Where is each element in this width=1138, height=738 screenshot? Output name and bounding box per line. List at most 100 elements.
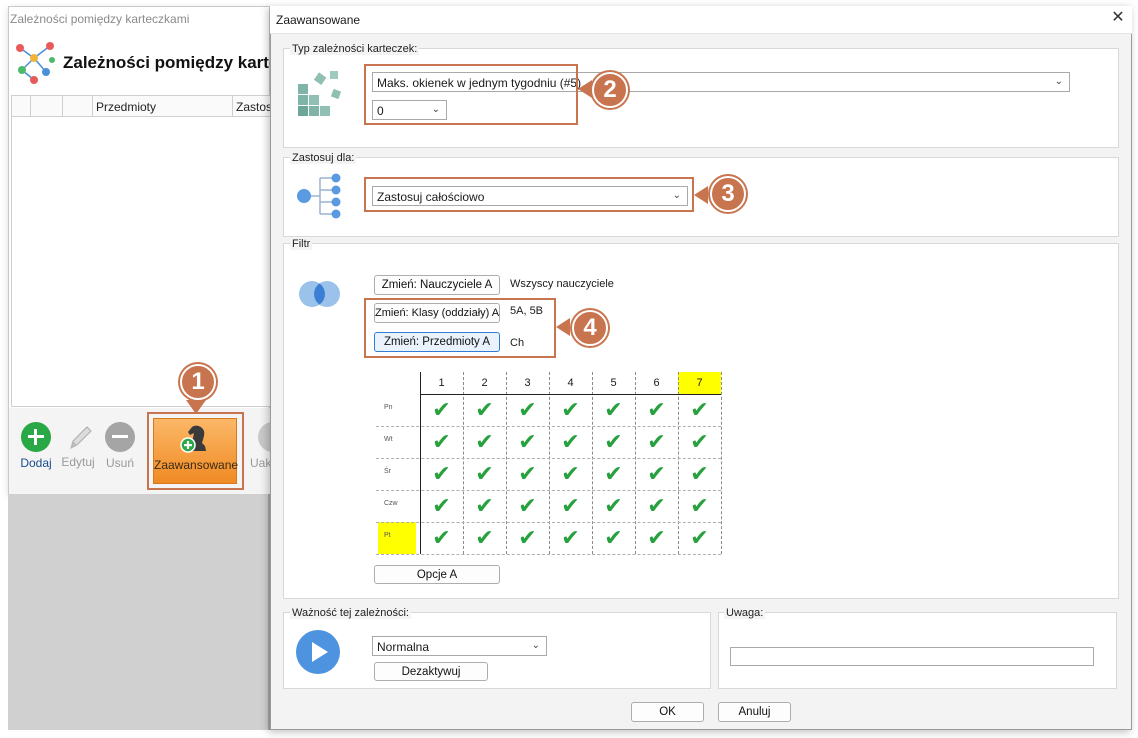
list-header: Przedmioty Zastos — [11, 95, 272, 117]
grid-cell-check-icon[interactable]: ✔ — [635, 426, 678, 458]
grid-cell-check-icon[interactable]: ✔ — [549, 458, 592, 490]
grid-cell-check-icon[interactable]: ✔ — [420, 490, 463, 522]
period-header-2[interactable]: 2 — [463, 372, 506, 394]
grid-cell-check-icon[interactable]: ✔ — [420, 522, 463, 554]
period-header-7[interactable]: 7 — [678, 372, 721, 394]
callout-box-1 — [147, 412, 244, 490]
grid-cell-check-icon[interactable]: ✔ — [549, 394, 592, 426]
period-header-3[interactable]: 3 — [506, 372, 549, 394]
note-input[interactable] — [730, 647, 1094, 666]
callout-box-4 — [364, 298, 556, 358]
callout-pointer-2 — [578, 80, 592, 98]
grid-cell-check-icon[interactable]: ✔ — [592, 394, 635, 426]
grid-cell-check-icon[interactable]: ✔ — [678, 458, 721, 490]
grid-cell-check-icon[interactable]: ✔ — [420, 426, 463, 458]
dependency-list[interactable] — [11, 117, 271, 407]
grid-cell-check-icon[interactable]: ✔ — [635, 490, 678, 522]
add-button-label: Dodaj — [20, 456, 52, 470]
grid-cell-check-icon[interactable]: ✔ — [592, 458, 635, 490]
grid-line — [721, 372, 722, 554]
change-teachers-button[interactable]: Zmień: Nauczyciele A — [374, 275, 500, 295]
more-button-label: Uak — [250, 456, 270, 470]
grid-line — [463, 372, 464, 554]
venn-diagram-icon — [299, 281, 340, 307]
grid-cell-check-icon[interactable]: ✔ — [463, 394, 506, 426]
callout-pointer-1 — [186, 400, 206, 414]
delete-button[interactable]: Usuń — [100, 422, 140, 470]
period-header-4[interactable]: 4 — [549, 372, 592, 394]
grid-cell-check-icon[interactable]: ✔ — [506, 490, 549, 522]
grid-cell-check-icon[interactable]: ✔ — [463, 426, 506, 458]
grid-cell-check-icon[interactable]: ✔ — [635, 458, 678, 490]
background-window-heading: Zależności pomiędzy karte — [63, 53, 279, 72]
circle-icon — [258, 422, 270, 452]
grid-cell-check-icon[interactable]: ✔ — [678, 394, 721, 426]
grid-line — [376, 554, 721, 555]
callout-marker-4: 4 — [572, 310, 608, 346]
column-przedmioty[interactable]: Przedmioty — [96, 100, 156, 114]
grid-cell-check-icon[interactable]: ✔ — [506, 458, 549, 490]
dialog-title: Zaawansowane — [276, 13, 361, 27]
grid-line — [376, 458, 721, 459]
grid-cell-check-icon[interactable]: ✔ — [420, 394, 463, 426]
importance-select[interactable]: Normalna ⌄ — [372, 636, 547, 656]
grid-cell-check-icon[interactable]: ✔ — [592, 490, 635, 522]
callout-marker-1: 1 — [180, 364, 216, 400]
grid-cell-check-icon[interactable]: ✔ — [635, 522, 678, 554]
grid-line — [592, 372, 593, 554]
callout-pointer-3 — [694, 186, 708, 204]
grid-line — [635, 372, 636, 554]
grid-line — [376, 426, 721, 427]
grid-cell-check-icon[interactable]: ✔ — [506, 394, 549, 426]
grid-cell-check-icon[interactable]: ✔ — [506, 426, 549, 458]
plus-circle-icon — [21, 422, 51, 452]
grid-cell-check-icon[interactable]: ✔ — [592, 426, 635, 458]
importance-value: Normalna — [377, 640, 430, 654]
background-window-title: Zależności pomiędzy karteczkami — [10, 12, 190, 26]
grid-cell-check-icon[interactable]: ✔ — [463, 522, 506, 554]
options-button[interactable]: Opcje A — [374, 565, 500, 584]
column-zastos[interactable]: Zastos — [236, 100, 272, 114]
grid-cell-check-icon[interactable]: ✔ — [549, 426, 592, 458]
play-icon — [296, 630, 340, 674]
callout-box-3 — [364, 177, 694, 212]
chevron-down-icon: ⌄ — [531, 640, 540, 651]
minus-circle-icon — [105, 422, 135, 452]
grid-cell-check-icon[interactable]: ✔ — [678, 522, 721, 554]
edit-button[interactable]: Edytuj — [58, 422, 98, 469]
ok-button[interactable]: OK — [631, 702, 704, 722]
period-header-5[interactable]: 5 — [592, 372, 635, 394]
deactivate-button[interactable]: Dezaktywuj — [374, 662, 488, 681]
period-header-1[interactable]: 1 — [420, 372, 463, 394]
period-header-6[interactable]: 6 — [635, 372, 678, 394]
day-label-1[interactable]: Wt — [378, 426, 416, 458]
grid-cell-check-icon[interactable]: ✔ — [463, 490, 506, 522]
grid-cell-check-icon[interactable]: ✔ — [635, 394, 678, 426]
teachers-filter-value: Wszyscy nauczyciele — [510, 278, 614, 290]
background-gray-area — [8, 494, 270, 730]
grid-cell-check-icon[interactable]: ✔ — [549, 490, 592, 522]
grid-cell-check-icon[interactable]: ✔ — [592, 522, 635, 554]
day-label-4[interactable]: Pt — [378, 522, 416, 554]
close-icon[interactable]: ✕ — [1108, 8, 1128, 28]
more-button[interactable]: Uak — [250, 422, 270, 470]
importance-group-label: Ważność tej zależności: — [290, 607, 411, 619]
chevron-down-icon: ⌄ — [1054, 76, 1063, 87]
grid-cell-check-icon[interactable]: ✔ — [678, 490, 721, 522]
grid-line — [549, 372, 550, 554]
day-label-3[interactable]: Czw — [378, 490, 416, 522]
day-label-2[interactable]: Śr — [378, 458, 416, 490]
network-logo-icon — [16, 42, 55, 84]
grid-cell-check-icon[interactable]: ✔ — [549, 522, 592, 554]
day-label-0[interactable]: Pn — [378, 394, 416, 426]
grid-cell-check-icon[interactable]: ✔ — [463, 458, 506, 490]
grid-line — [506, 372, 507, 554]
cancel-button[interactable]: Anuluj — [718, 702, 791, 722]
grid-cell-check-icon[interactable]: ✔ — [506, 522, 549, 554]
grid-line — [420, 372, 421, 554]
grid-cell-check-icon[interactable]: ✔ — [420, 458, 463, 490]
apply-group-label: Zastosuj dla: — [290, 152, 357, 164]
callout-box-2 — [364, 64, 578, 125]
add-button[interactable]: Dodaj — [16, 422, 56, 470]
grid-cell-check-icon[interactable]: ✔ — [678, 426, 721, 458]
